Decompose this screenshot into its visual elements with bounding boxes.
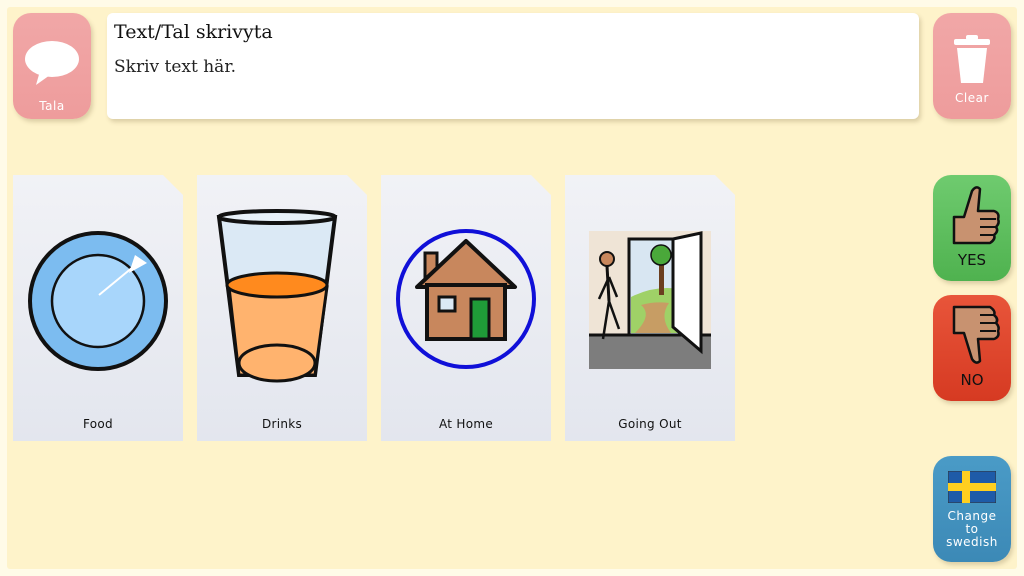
text-input[interactable]: [112, 55, 906, 114]
category-card-drinks[interactable]: Drinks: [197, 175, 367, 441]
thumbs-up-icon: [952, 186, 1000, 245]
speak-button[interactable]: Tala: [13, 13, 91, 119]
text-area-panel: Text/Tal skrivyta: [107, 13, 919, 119]
no-button[interactable]: NO: [933, 295, 1011, 401]
speech-bubble-icon: [25, 41, 79, 85]
house-icon: [396, 229, 536, 369]
category-label: At Home: [438, 417, 494, 431]
category-label: Going Out: [618, 417, 682, 431]
speak-button-label: Tala: [39, 99, 65, 113]
glass-icon: [216, 209, 338, 383]
trash-icon: [954, 35, 990, 83]
door-icon: [589, 231, 711, 369]
yes-button[interactable]: YES: [933, 175, 1011, 281]
category-label: Drinks: [261, 417, 303, 431]
text-area-title: Text/Tal skrivyta: [114, 21, 273, 43]
change-language-button[interactable]: Change to swedish: [933, 456, 1011, 562]
category-card-going-out[interactable]: Going Out: [565, 175, 735, 441]
yes-button-label: YES: [957, 251, 987, 269]
category-label: Food: [83, 417, 113, 431]
plate-icon: [28, 231, 168, 371]
thumbs-down-icon: [952, 305, 1000, 364]
category-card-at-home[interactable]: At Home: [381, 175, 551, 441]
category-card-food[interactable]: Food: [13, 175, 183, 441]
clear-button-label: Clear: [955, 91, 989, 105]
no-button-label: NO: [960, 371, 984, 389]
swedish-flag-icon: [948, 471, 996, 503]
clear-button[interactable]: Clear: [933, 13, 1011, 119]
change-language-line3: swedish: [946, 535, 998, 549]
